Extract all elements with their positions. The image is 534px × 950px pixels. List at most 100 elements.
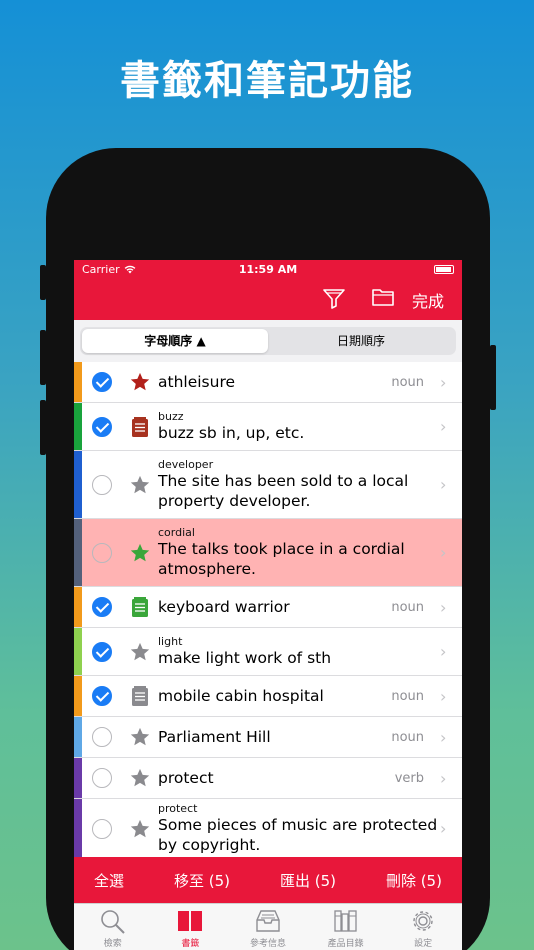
list-item[interactable]: protect verb ›	[74, 758, 462, 799]
row-checkbox-cell[interactable]	[82, 474, 122, 495]
tab-bookmarks[interactable]: 書籤	[152, 904, 230, 950]
select-checkbox[interactable]	[92, 542, 112, 563]
color-tag-bar	[74, 451, 82, 518]
color-tag-bar	[74, 587, 82, 627]
row-text: Parliament Hill	[158, 721, 391, 753]
headword-label: cordial	[158, 526, 195, 539]
headline: 書籤和筆記功能	[120, 58, 414, 104]
row-checkbox-cell[interactable]	[82, 372, 122, 392]
tab-settings[interactable]: 設定	[384, 904, 462, 950]
list-item[interactable]: developer The site has been sold to a lo…	[74, 451, 462, 519]
chevron-right-icon: ›	[440, 727, 447, 747]
select-checkbox[interactable]	[92, 416, 112, 437]
entry-text: protect	[158, 769, 214, 787]
entry-text: mobile cabin hospital	[158, 687, 324, 705]
select-checkbox[interactable]	[92, 597, 112, 617]
tab-bar: 檢索 書籤 參考信息 產品目錄 設定	[74, 903, 462, 950]
row-checkbox-cell[interactable]	[82, 818, 122, 839]
tab-label: 檢索	[103, 939, 122, 949]
chevron-right-icon: ›	[440, 819, 447, 838]
star-icon	[122, 818, 158, 840]
row-checkbox-cell[interactable]	[82, 686, 122, 706]
export-button[interactable]: 匯出 (5)	[280, 870, 336, 891]
entry-text: keyboard warrior	[158, 598, 290, 616]
star-icon	[122, 371, 158, 393]
row-checkbox-cell[interactable]	[82, 542, 122, 563]
color-tag-bar	[74, 799, 82, 858]
select-checkbox[interactable]	[92, 818, 112, 839]
row-text: protect Some pieces of music are protect…	[158, 796, 440, 861]
color-tag-bar	[74, 717, 82, 757]
row-text: light make light work of sth	[158, 629, 440, 674]
row-text: cordial The talks took place in a cordia…	[158, 520, 440, 585]
mute-switch	[40, 265, 46, 300]
select-checkbox[interactable]	[92, 727, 112, 747]
list-item[interactable]: light make light work of sth ›	[74, 628, 462, 676]
select-checkbox[interactable]	[92, 372, 112, 392]
row-text: buzz buzz sb in, up, etc.	[158, 404, 440, 449]
chevron-right-icon: ›	[440, 543, 447, 562]
headword-label: developer	[158, 458, 214, 471]
delete-button[interactable]: 刪除 (5)	[386, 870, 442, 891]
select-checkbox[interactable]	[92, 686, 112, 706]
note-icon	[122, 685, 158, 707]
color-tag-bar	[74, 758, 82, 798]
row-checkbox-cell[interactable]	[82, 641, 122, 662]
chevron-right-icon: ›	[440, 417, 447, 436]
list-item[interactable]: protect Some pieces of music are protect…	[74, 799, 462, 859]
row-text: athleisure	[158, 366, 391, 398]
inbox-icon	[256, 910, 280, 932]
tab-catalog[interactable]: 產品目錄	[307, 904, 385, 950]
entry-text: buzz sb in, up, etc.	[158, 424, 305, 442]
tab-label: 設定	[414, 939, 433, 949]
gear-icon	[413, 911, 433, 931]
entry-text: Parliament Hill	[158, 728, 271, 746]
row-text: keyboard warrior	[158, 591, 391, 623]
list-item[interactable]: keyboard warrior noun ›	[74, 587, 462, 628]
select-checkbox[interactable]	[92, 641, 112, 662]
volume-down-button	[40, 400, 46, 455]
entry-text: The site has been sold to a local proper…	[158, 472, 409, 510]
done-button[interactable]: 完成	[412, 288, 444, 312]
filter-icon[interactable]	[322, 287, 346, 309]
list-item[interactable]: cordial The talks took place in a cordia…	[74, 519, 462, 587]
row-text: mobile cabin hospital	[158, 680, 391, 712]
row-checkbox-cell[interactable]	[82, 727, 122, 747]
star-icon	[122, 767, 158, 789]
segment-date[interactable]: 日期順序	[268, 329, 454, 353]
move-button[interactable]: 移至 (5)	[174, 870, 230, 891]
row-text: developer The site has been sold to a lo…	[158, 452, 440, 517]
nav-bar: 完成	[74, 278, 462, 320]
list-item[interactable]: Parliament Hill noun ›	[74, 717, 462, 758]
row-checkbox-cell[interactable]	[82, 597, 122, 617]
bookmark-list: athleisure noun › buzz buzz sb in, up, e…	[74, 362, 462, 859]
search-icon	[100, 910, 125, 934]
tab-reference[interactable]: 參考信息	[229, 904, 307, 950]
folder-icon[interactable]	[371, 287, 395, 307]
tab-search[interactable]: 檢索	[74, 904, 152, 950]
select-checkbox[interactable]	[92, 474, 112, 495]
sort-segment-container: 字母順序 ▲ 日期順序	[74, 320, 462, 362]
part-of-speech: verb	[394, 770, 424, 786]
list-item[interactable]: mobile cabin hospital noun ›	[74, 676, 462, 717]
battery-icon	[434, 265, 454, 274]
select-all-button[interactable]: 全選	[94, 870, 124, 891]
color-tag-bar	[74, 362, 82, 402]
color-tag-bar	[74, 403, 82, 450]
chevron-right-icon: ›	[440, 642, 447, 661]
select-checkbox[interactable]	[92, 768, 112, 788]
entry-text: athleisure	[158, 373, 236, 391]
list-item[interactable]: athleisure noun ›	[74, 362, 462, 403]
bookmark-book-icon	[178, 911, 203, 931]
part-of-speech: noun	[391, 374, 424, 390]
power-button	[490, 345, 496, 410]
row-checkbox-cell[interactable]	[82, 768, 122, 788]
color-tag-bar	[74, 676, 82, 716]
part-of-speech: noun	[391, 729, 424, 745]
tab-label: 參考信息	[249, 939, 286, 949]
row-checkbox-cell[interactable]	[82, 416, 122, 437]
list-item[interactable]: buzz buzz sb in, up, etc. ›	[74, 403, 462, 451]
headword-label: light	[158, 635, 183, 648]
segment-alphabetical[interactable]: 字母順序 ▲	[82, 329, 268, 353]
action-bar: 全選 移至 (5) 匯出 (5) 刪除 (5)	[74, 857, 462, 903]
